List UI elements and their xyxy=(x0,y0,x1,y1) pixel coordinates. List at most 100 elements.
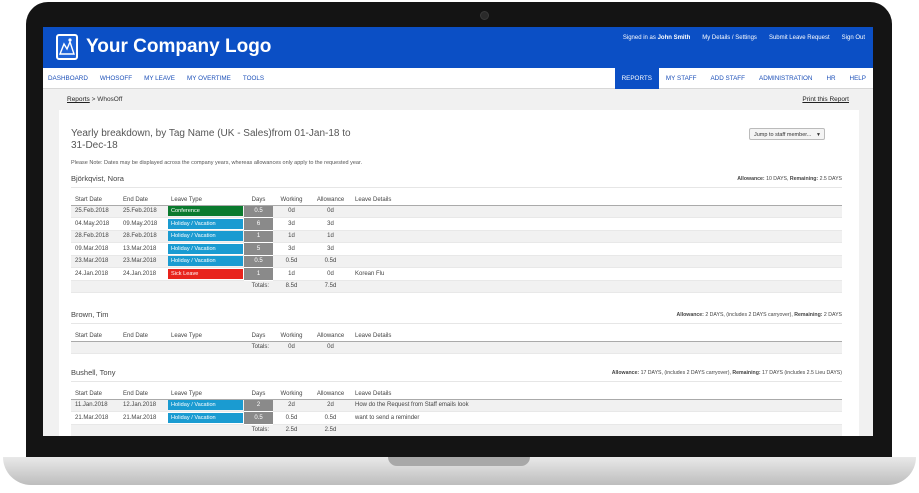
end-date-cell: 21.Mar.2018 xyxy=(119,411,167,425)
nav-my-overtime[interactable]: MY OVERTIME xyxy=(187,75,231,82)
days-cell: 1 xyxy=(244,267,273,281)
table-row[interactable]: 25.Feb.2018 25.Feb.2018 Conference 0.5 0d 0d xyxy=(71,205,842,218)
table-row[interactable]: 24.Jan.2018 24.Jan.2018 Sick Leave 1 1d 0d Kor… xyxy=(71,267,842,281)
days-cell: 5 xyxy=(244,242,273,256)
jump-to-staff-select[interactable]: Jump to staff member... ▼ xyxy=(749,128,825,140)
allowance-label: Allowance: xyxy=(676,312,704,318)
nav-tools[interactable]: TOOLS xyxy=(243,75,264,82)
end-date-cell: 12.Jan.2018 xyxy=(119,399,167,412)
table-row[interactable]: 23.Mar.2018 23.Mar.2018 Holiday / Vacation… xyxy=(71,255,842,268)
total-allowance: 7.5d xyxy=(310,280,351,293)
company-logo-text[interactable]: Your Company Logo xyxy=(86,36,271,58)
nav-dashboard[interactable]: DASHBOARD xyxy=(48,75,88,82)
print-report-link[interactable]: Print this Report xyxy=(802,96,849,103)
start-date-cell: 11.Jan.2018 xyxy=(71,399,119,412)
working-cell: 1d xyxy=(273,267,310,281)
table-row[interactable]: 09.Mar.2018 13.Mar.2018 Holiday / Vacation… xyxy=(71,242,842,256)
section-divider xyxy=(71,187,842,188)
totals-row: Totals: 8.5d 7.5d xyxy=(71,280,842,293)
remaining-value: 2 DAYS xyxy=(822,312,842,318)
leave-details-cell: Korean Flu xyxy=(351,267,842,281)
leave-type-badge: Holiday / Vacation xyxy=(168,400,243,411)
end-date-cell: 09.May.2018 xyxy=(119,217,167,231)
nav-administration[interactable]: ADMINISTRATION xyxy=(752,68,819,89)
table-header-row: Start Date End Date Leave Type Days Working A… xyxy=(71,389,842,400)
report-title: Yearly breakdown, by Tag Name (UK - Sale… xyxy=(71,128,351,151)
column-header: Start Date xyxy=(71,389,119,400)
breadcrumb-current: WhosOff xyxy=(97,96,123,103)
column-header: Leave Type xyxy=(167,331,244,342)
allowance-cell: 0.5d xyxy=(310,411,351,425)
table-row[interactable]: 04.May.2018 09.May.2018 Holiday / Vacation… xyxy=(71,217,842,231)
allowance-cell: 3d xyxy=(310,242,351,256)
allowance-summary: Allowance: 10 DAYS, Remaining: 2.5 DAYS xyxy=(737,176,842,182)
leave-type-cell: Holiday / Vacation xyxy=(167,230,244,243)
allowance-cell: 2d xyxy=(310,399,351,412)
report-panel: Yearly breakdown, by Tag Name (UK - Sale… xyxy=(59,110,859,436)
nav-help[interactable]: HELP xyxy=(843,68,873,89)
leave-details-cell xyxy=(351,230,842,243)
working-cell: 0.5d xyxy=(273,411,310,425)
remaining-label: Remaining: xyxy=(789,176,819,182)
nav-hr[interactable]: HR xyxy=(819,68,842,89)
submit-leave-link[interactable]: Submit Leave Request xyxy=(769,35,830,41)
allowance-cell: 0d xyxy=(310,205,351,218)
column-header: Leave Type xyxy=(167,195,244,206)
working-cell: 1d xyxy=(273,230,310,243)
caret-down-icon: ▼ xyxy=(816,132,821,138)
column-header: Days xyxy=(244,195,273,206)
days-cell: 0.5 xyxy=(244,255,273,268)
remaining-label: Remaining: xyxy=(794,312,823,318)
table-row[interactable]: 11.Jan.2018 12.Jan.2018 Holiday / Vacation… xyxy=(71,399,842,412)
breadcrumb-bar: Reports > WhosOff Print this Report xyxy=(43,89,873,110)
leave-type-badge: Holiday / Vacation xyxy=(168,256,243,267)
column-header: Days xyxy=(244,389,273,400)
allowance-cell: 0d xyxy=(310,267,351,281)
working-cell: 0d xyxy=(273,205,310,218)
leave-type-badge: Holiday / Vacation xyxy=(168,412,243,423)
employee-name: Björkqvist, Nora xyxy=(71,174,124,183)
nav-whosoff[interactable]: WHOSOFF xyxy=(100,75,132,82)
totals-row: Totals: 2.5d 2.5d xyxy=(71,424,842,436)
leave-details-cell xyxy=(351,242,842,256)
working-cell: 3d xyxy=(273,242,310,256)
allowance-cell: 3d xyxy=(310,217,351,231)
leave-type-cell: Holiday / Vacation xyxy=(167,399,244,412)
employee-name: Bushell, Tony xyxy=(71,368,116,377)
column-header: Working xyxy=(273,389,310,400)
leave-table: Start Date End Date Leave Type Days Working A… xyxy=(71,389,842,436)
remaining-value: 17 DAYS (includes 2.5 Lieu DAYS) xyxy=(760,370,842,376)
signed-in-status: Signed in as John Smith xyxy=(622,35,691,41)
company-logo-icon xyxy=(56,34,78,60)
column-header: End Date xyxy=(119,389,167,400)
column-header: Allowance xyxy=(310,331,351,342)
employee-name: Brown, Tim xyxy=(71,310,109,319)
column-header: Start Date xyxy=(71,195,119,206)
start-date-cell: 24.Jan.2018 xyxy=(71,267,119,281)
nav-my-leave[interactable]: MY LEAVE xyxy=(144,75,175,82)
column-header: Days xyxy=(244,331,273,342)
days-cell: 2 xyxy=(244,399,273,412)
leave-table: Start Date End Date Leave Type Days Working A… xyxy=(71,195,842,293)
sign-out-link[interactable]: Sign Out xyxy=(842,35,865,41)
allowance-value: 17 DAYS, (includes 2 DAYS carryover), xyxy=(639,370,733,376)
app-screen: Your Company Logo Signed in as John Smit… xyxy=(43,27,873,436)
main-nav: DASHBOARD WHOSOFF MY LEAVE MY OVERTIME T… xyxy=(43,68,873,89)
leave-type-badge: Holiday / Vacation xyxy=(168,218,243,229)
user-name: John Smith xyxy=(657,35,691,41)
nav-reports[interactable]: REPORTS xyxy=(614,68,659,89)
table-row[interactable]: 28.Feb.2018 28.Feb.2018 Holiday / Vacation… xyxy=(71,230,842,243)
total-allowance: 0d xyxy=(310,341,351,354)
allowance-label: Allowance: xyxy=(611,370,640,376)
column-header: Leave Details xyxy=(351,331,842,342)
nav-my-staff[interactable]: MY STAFF xyxy=(659,68,704,89)
section-divider xyxy=(71,381,842,382)
section-divider xyxy=(71,323,842,324)
leave-type-badge: Holiday / Vacation xyxy=(168,231,243,242)
table-row[interactable]: 21.Mar.2018 21.Mar.2018 Holiday / Vacation… xyxy=(71,411,842,425)
breadcrumb-reports-link[interactable]: Reports xyxy=(67,96,90,103)
table-header-row: Start Date End Date Leave Type Days Working A… xyxy=(71,195,842,206)
end-date-cell: 24.Jan.2018 xyxy=(119,267,167,281)
my-details-link[interactable]: My Details / Settings xyxy=(702,35,757,41)
nav-add-staff[interactable]: ADD STAFF xyxy=(703,68,752,89)
